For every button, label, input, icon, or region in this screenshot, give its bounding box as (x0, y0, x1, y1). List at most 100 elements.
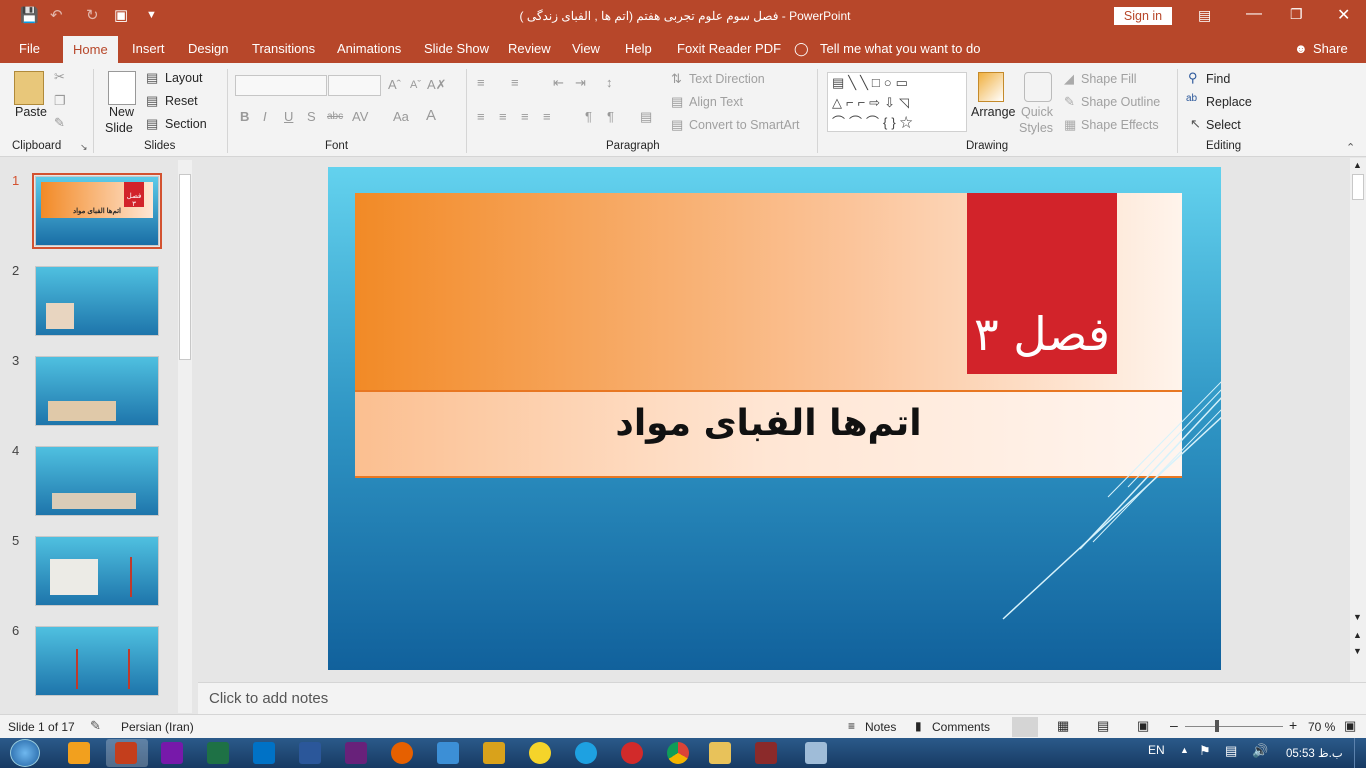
tab-help[interactable]: Help (625, 41, 652, 56)
comments-button[interactable]: Comments (932, 720, 990, 734)
replace-button[interactable]: Replace (1206, 95, 1252, 109)
new-slide-icon[interactable] (108, 71, 136, 105)
layout-button[interactable]: Layout (165, 71, 203, 85)
sign-in-button[interactable]: Sign in (1114, 7, 1172, 25)
excel-icon[interactable] (207, 742, 229, 764)
underline-icon[interactable]: U (284, 109, 293, 124)
zoom-slider-thumb[interactable] (1215, 720, 1219, 732)
char-spacing-icon[interactable]: AV (352, 109, 368, 124)
font-family-select[interactable] (235, 75, 327, 96)
kmplayer-icon[interactable] (529, 742, 551, 764)
reading-view-icon[interactable]: ▤ (1097, 718, 1109, 734)
tab-review[interactable]: Review (508, 41, 551, 56)
notes-placeholder[interactable]: Click to add notes (209, 690, 328, 707)
scrollbar-thumb[interactable] (179, 174, 191, 360)
thumbnails-scrollbar[interactable] (178, 160, 192, 713)
tell-me-input[interactable]: Tell me what you want to do (820, 41, 980, 56)
outlook-icon[interactable] (253, 742, 275, 764)
ltr-icon[interactable]: ¶ (585, 109, 592, 124)
slide-thumbnail-1[interactable]: فصل ۳ اتم‌ها الفبای مواد (32, 173, 162, 249)
action-center-icon[interactable]: ⚑ (1199, 743, 1211, 759)
convert-smartart-button[interactable]: Convert to SmartArt (689, 118, 799, 132)
slide-thumbnail-2[interactable] (35, 266, 159, 336)
undo-icon[interactable]: ↶ (50, 6, 63, 24)
show-desktop-button[interactable] (1354, 738, 1366, 768)
internet-explorer-icon[interactable] (575, 742, 597, 764)
justify-icon[interactable]: ≡ (543, 109, 551, 124)
powerpoint-icon[interactable] (115, 742, 137, 764)
clock[interactable]: 05:53 ب.ظ (1286, 746, 1343, 760)
decrease-indent-icon[interactable]: ⇤ (553, 75, 564, 91)
visual-studio-icon[interactable] (345, 742, 367, 764)
zoom-out-icon[interactable]: – (1170, 717, 1178, 733)
shape-effects-button[interactable]: Shape Effects (1081, 118, 1159, 132)
redo-icon[interactable]: ↻ (86, 6, 99, 24)
tab-design[interactable]: Design (188, 41, 228, 56)
app-icon[interactable] (621, 742, 643, 764)
start-button[interactable] (10, 739, 40, 767)
section-button[interactable]: Section (165, 117, 207, 131)
present-icon[interactable]: ▣ (114, 6, 128, 24)
align-left-icon[interactable]: ≡ (477, 109, 485, 124)
customize-qat-icon[interactable]: ▼ (146, 9, 157, 21)
scroll-down-icon[interactable]: ▼ (1353, 612, 1362, 622)
tab-home[interactable]: Home (63, 36, 118, 63)
text-direction-button[interactable]: Text Direction (689, 72, 765, 86)
close-icon[interactable]: ✕ (1337, 5, 1350, 25)
bold-icon[interactable]: B (240, 109, 249, 124)
tab-insert[interactable]: Insert (132, 41, 165, 56)
shape-outline-button[interactable]: Shape Outline (1081, 95, 1160, 109)
shadow-icon[interactable]: S (307, 109, 316, 124)
clear-format-icon[interactable]: A✗ (427, 77, 447, 93)
notes-pane[interactable]: Click to add notes (198, 682, 1366, 714)
share-icon[interactable]: ☻ (1294, 41, 1308, 56)
bullets-icon[interactable]: ≡ (477, 75, 485, 90)
tab-file[interactable]: File (19, 41, 40, 56)
tab-foxit[interactable]: Foxit Reader PDF (677, 41, 781, 56)
slide-thumbnail-4[interactable] (35, 446, 159, 516)
slide-canvas[interactable]: فصل ۳ اتم‌ها الفبای مواد (328, 167, 1221, 670)
align-right-icon[interactable]: ≡ (521, 109, 529, 124)
strikethrough-icon[interactable]: abc (327, 111, 343, 122)
share-button[interactable]: Share (1313, 41, 1348, 56)
paste-icon[interactable] (14, 71, 44, 105)
font-size-select[interactable] (328, 75, 381, 96)
italic-icon[interactable]: I (263, 109, 267, 124)
word-icon[interactable] (299, 742, 321, 764)
columns-icon[interactable]: ▤ (640, 109, 652, 125)
find-button[interactable]: Find (1206, 72, 1230, 86)
align-text-button[interactable]: Align Text (689, 95, 743, 109)
previous-slide-icon[interactable]: ▲ (1353, 630, 1362, 640)
restore-icon[interactable]: ❐ (1290, 6, 1303, 23)
tab-animations[interactable]: Animations (337, 41, 401, 56)
scroll-up-icon[interactable]: ▲ (1353, 160, 1362, 170)
grow-font-icon[interactable]: Aˆ (388, 77, 401, 92)
arrange-button[interactable]: Arrange (971, 105, 1015, 119)
cut-icon[interactable]: ✂ (54, 69, 65, 85)
slide-thumbnail-5[interactable] (35, 536, 159, 606)
tab-view[interactable]: View (572, 41, 600, 56)
firefox-icon[interactable] (391, 742, 413, 764)
ribbon-display-icon[interactable]: ▤ (1198, 7, 1211, 24)
numbering-icon[interactable]: ≡ (511, 75, 519, 90)
font-color-icon[interactable]: A (426, 107, 436, 124)
change-case-icon[interactable]: Aa (393, 109, 409, 124)
app-icon[interactable] (805, 742, 827, 764)
network-icon[interactable]: ▤ (1225, 743, 1237, 759)
slideshow-view-icon[interactable]: ▣ (1137, 718, 1149, 734)
select-button[interactable]: Select (1206, 118, 1241, 132)
tab-slide-show[interactable]: Slide Show (424, 41, 489, 56)
arrange-icon[interactable] (978, 72, 1004, 102)
app-icon[interactable] (483, 742, 505, 764)
align-center-icon[interactable]: ≡ (499, 109, 507, 124)
paste-button[interactable]: Paste (15, 105, 47, 119)
chrome-icon[interactable] (667, 742, 689, 764)
shape-fill-button[interactable]: Shape Fill (1081, 72, 1137, 86)
quick-styles-icon[interactable] (1024, 72, 1052, 102)
zoom-in-icon[interactable]: + (1289, 717, 1297, 733)
quick-styles-button[interactable]: Quick (1021, 105, 1053, 119)
new-slide-button[interactable]: New (109, 105, 134, 119)
dialog-launcher-icon[interactable]: ↘ (80, 142, 88, 153)
fit-slide-icon[interactable]: ▣ (1344, 718, 1356, 734)
camera-app-icon[interactable] (437, 742, 459, 764)
